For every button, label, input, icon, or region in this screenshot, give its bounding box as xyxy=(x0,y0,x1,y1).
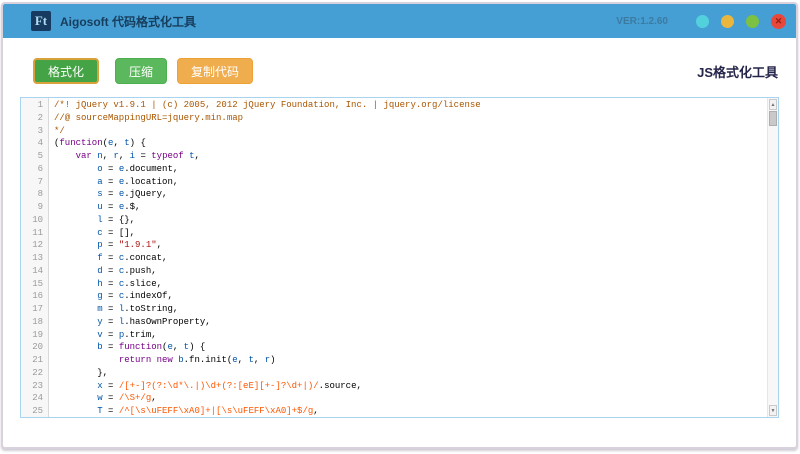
code-line: l = {}, xyxy=(54,215,764,228)
scroll-up-icon[interactable]: ▲ xyxy=(769,99,777,110)
line-number: 11 xyxy=(21,228,48,241)
code-line: s = e.jQuery, xyxy=(54,189,764,202)
code-line: y = l.hasOwnProperty, xyxy=(54,317,764,330)
format-button[interactable]: 格式化 xyxy=(33,58,99,84)
line-numbers: 1234567891011121314151617181920212223242… xyxy=(21,98,49,417)
line-number: 2 xyxy=(21,113,48,126)
line-number: 19 xyxy=(21,330,48,343)
vertical-scrollbar[interactable]: ▲ ▼ xyxy=(767,98,778,417)
line-number: 8 xyxy=(21,189,48,202)
line-number: 24 xyxy=(21,393,48,406)
line-number: 7 xyxy=(21,177,48,190)
code-lines[interactable]: /*! jQuery v1.9.1 | (c) 2005, 2012 jQuer… xyxy=(49,98,778,417)
code-line: T = /^[\s\uFEFF\xA0]+|[\s\uFEFF\xA0]+$/g… xyxy=(54,406,764,417)
line-number: 3 xyxy=(21,126,48,139)
line-number: 21 xyxy=(21,355,48,368)
mode-title: JS格式化工具 xyxy=(697,62,778,81)
code-line: o = e.document, xyxy=(54,164,764,177)
code-line: f = c.concat, xyxy=(54,253,764,266)
code-line: */ xyxy=(54,126,764,139)
code-line: return new b.fn.init(e, t, r) xyxy=(54,355,764,368)
code-line: m = l.toString, xyxy=(54,304,764,317)
line-number: 20 xyxy=(21,342,48,355)
code-line: g = c.indexOf, xyxy=(54,291,764,304)
code-line: b = function(e, t) { xyxy=(54,342,764,355)
code-line: p = "1.9.1", xyxy=(54,240,764,253)
line-number: 17 xyxy=(21,304,48,317)
header-dot xyxy=(696,15,709,28)
code-editor[interactable]: 1234567891011121314151617181920212223242… xyxy=(20,97,779,418)
copy-code-button[interactable]: 复制代码 xyxy=(177,58,253,84)
code-line: x = /[+-]?(?:\d*\.|)\d+(?:[eE][+-]?\d+|)… xyxy=(54,381,764,394)
line-number: 12 xyxy=(21,240,48,253)
line-number: 5 xyxy=(21,151,48,164)
code-line: u = e.$, xyxy=(54,202,764,215)
line-number: 9 xyxy=(21,202,48,215)
scroll-down-icon[interactable]: ▼ xyxy=(769,405,777,416)
compress-button[interactable]: 压缩 xyxy=(115,58,167,84)
app-window: Ft Aigosoft 代码格式化工具 VER:1.2.60 ✕ 格式化 压缩 … xyxy=(1,2,798,449)
line-number: 13 xyxy=(21,253,48,266)
close-icon[interactable]: ✕ xyxy=(771,14,786,29)
line-number: 1 xyxy=(21,100,48,113)
header-dot xyxy=(721,15,734,28)
line-number: 18 xyxy=(21,317,48,330)
code-line: h = c.slice, xyxy=(54,279,764,292)
code-line: /*! jQuery v1.9.1 | (c) 2005, 2012 jQuer… xyxy=(54,100,764,113)
code-line: a = e.location, xyxy=(54,177,764,190)
line-number: 4 xyxy=(21,138,48,151)
version-label: VER:1.2.60 xyxy=(616,16,668,27)
title-bar: Ft Aigosoft 代码格式化工具 VER:1.2.60 ✕ xyxy=(3,4,796,38)
line-number: 10 xyxy=(21,215,48,228)
code-line: var n, r, i = typeof t, xyxy=(54,151,764,164)
line-number: 15 xyxy=(21,279,48,292)
line-number: 23 xyxy=(21,381,48,394)
code-line: v = p.trim, xyxy=(54,330,764,343)
toolbar: 格式化 压缩 复制代码 JS格式化工具 xyxy=(3,38,796,84)
line-number: 16 xyxy=(21,291,48,304)
app-title: Aigosoft 代码格式化工具 xyxy=(60,13,196,30)
line-number: 22 xyxy=(21,368,48,381)
code-line: (function(e, t) { xyxy=(54,138,764,151)
code-line: //@ sourceMappingURL=jquery.min.map xyxy=(54,113,764,126)
line-number: 14 xyxy=(21,266,48,279)
scrollbar-thumb[interactable] xyxy=(769,111,777,126)
code-line: d = c.push, xyxy=(54,266,764,279)
line-number: 6 xyxy=(21,164,48,177)
code-line: w = /\S+/g, xyxy=(54,393,764,406)
header-dot xyxy=(746,15,759,28)
code-line: }, xyxy=(54,368,764,381)
code-line: c = [], xyxy=(54,228,764,241)
line-number: 25 xyxy=(21,406,48,418)
app-logo-icon: Ft xyxy=(31,11,51,31)
